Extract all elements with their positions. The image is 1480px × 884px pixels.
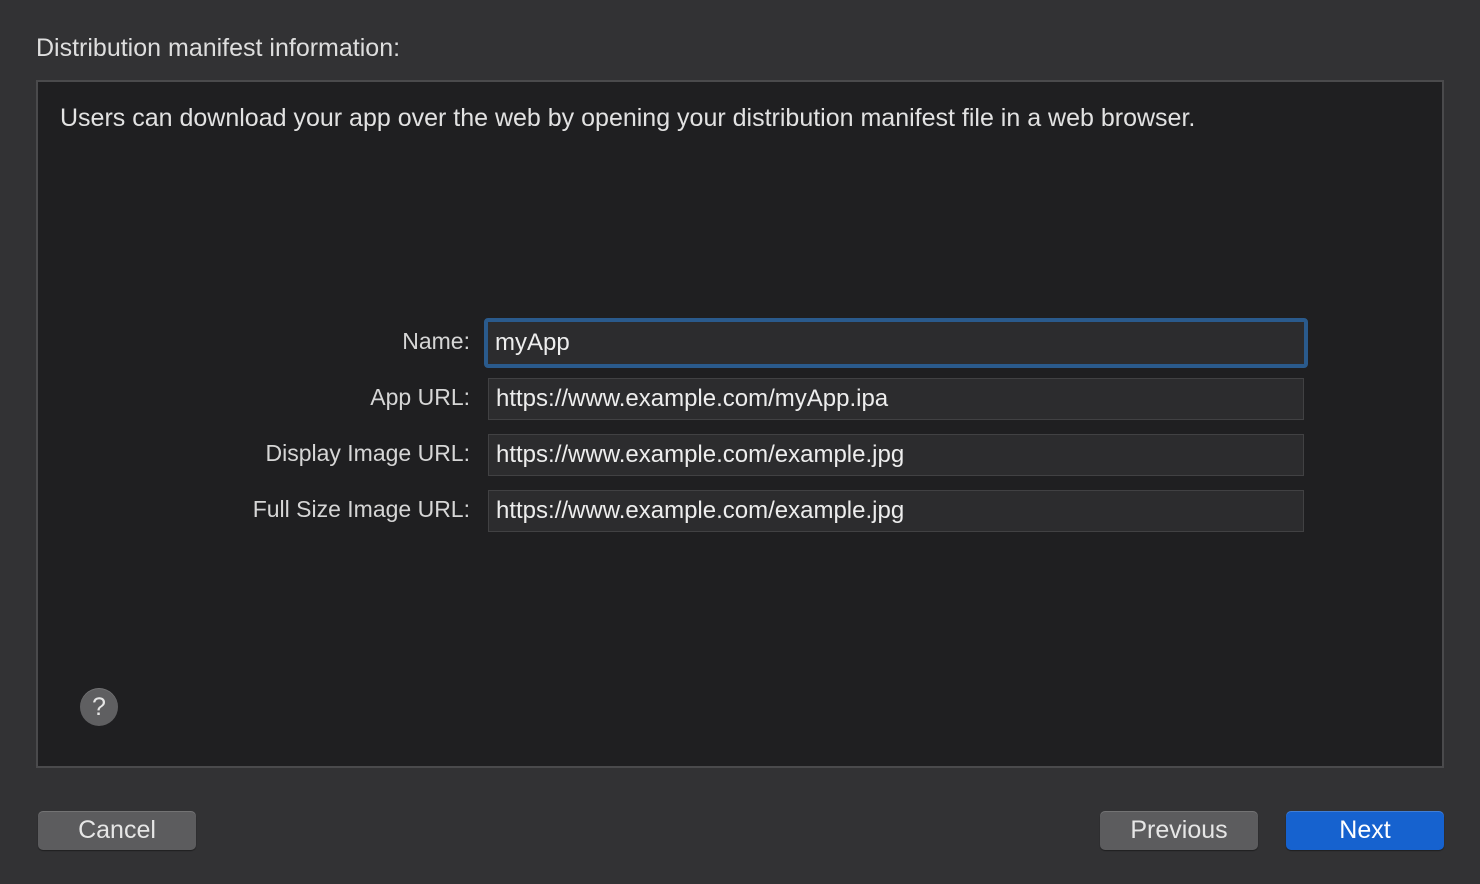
full-size-image-url-field[interactable] (488, 490, 1304, 532)
form-row-name: Name: (38, 318, 1446, 368)
display-image-url-field[interactable] (488, 434, 1304, 476)
next-button[interactable]: Next (1286, 811, 1444, 850)
name-label: Name: (402, 328, 470, 354)
app-url-label: App URL: (370, 384, 470, 410)
section-title: Distribution manifest information: (36, 34, 401, 62)
distribution-manifest-sheet: Distribution manifest information: Users… (0, 0, 1480, 884)
form-row-app-url: App URL: (38, 378, 1446, 420)
panel-description: Users can download your app over the web… (60, 104, 1196, 132)
question-mark-icon: ? (92, 693, 106, 721)
name-field[interactable] (484, 318, 1308, 368)
cancel-button[interactable]: Cancel (38, 811, 196, 850)
form-row-full-size-image-url: Full Size Image URL: (38, 490, 1446, 532)
previous-button[interactable]: Previous (1100, 811, 1258, 850)
full-size-image-url-label: Full Size Image URL: (252, 496, 470, 522)
manifest-panel: Users can download your app over the web… (36, 80, 1444, 768)
help-button[interactable]: ? (80, 688, 118, 726)
display-image-url-label: Display Image URL: (265, 440, 470, 466)
app-url-field[interactable] (488, 378, 1304, 420)
form-row-display-image-url: Display Image URL: (38, 434, 1446, 476)
